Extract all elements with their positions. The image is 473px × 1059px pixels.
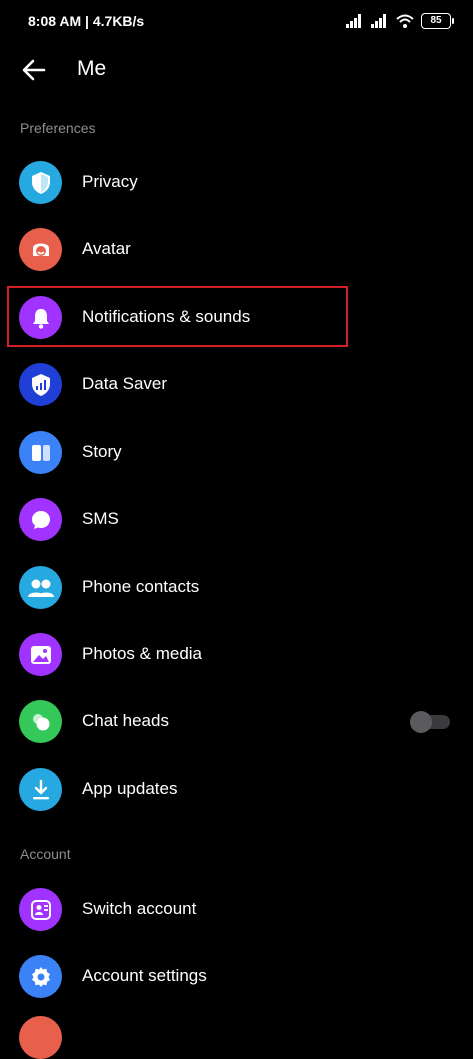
menu-item-account-settings[interactable]: Account settings [0, 943, 473, 1010]
menu-item-story[interactable]: Story [0, 419, 473, 486]
menu-item-sms[interactable]: SMS [0, 486, 473, 553]
section-label-account: Account [20, 846, 71, 862]
switch-account-icon [19, 888, 62, 931]
menu-item-data-saver[interactable]: Data Saver [0, 351, 473, 418]
shield-icon [19, 161, 62, 204]
menu-item-label: Privacy [82, 172, 138, 191]
chat-heads-icon [19, 700, 62, 743]
menu-item-switch-account[interactable]: Switch account [0, 876, 473, 943]
signal-icon-2 [371, 14, 386, 28]
data-saver-icon [19, 363, 62, 406]
menu-item-notifications-sounds[interactable]: Notifications & sounds [0, 284, 473, 351]
menu-item-label: SMS [82, 509, 119, 528]
back-arrow-icon[interactable] [20, 56, 48, 84]
status-icons: 85 [346, 13, 454, 29]
menu-item-label: App updates [82, 779, 178, 798]
status-time-speed: 8:08 AM | 4.7KB/s [28, 13, 145, 29]
menu-item-privacy[interactable]: Privacy [0, 149, 473, 216]
menu-item-chat-heads[interactable]: Chat heads [0, 688, 473, 755]
page-title: Me [77, 57, 107, 80]
photo-icon [19, 633, 62, 676]
menu-item-photos-media[interactable]: Photos & media [0, 621, 473, 688]
bell-icon [19, 296, 62, 339]
menu-item-phone-contacts[interactable]: Phone contacts [0, 554, 473, 621]
menu-item-app-updates[interactable]: App updates [0, 756, 473, 823]
menu-item-avatar[interactable]: Avatar [0, 216, 473, 283]
chat-heads-toggle[interactable] [410, 711, 450, 733]
menu-item-label: Phone contacts [82, 577, 200, 596]
menu-item-label: Switch account [82, 899, 197, 918]
status-bar: 8:08 AM | 4.7KB/s 85 [0, 0, 473, 44]
app-header: Me [0, 44, 473, 96]
section-label-preferences: Preferences [20, 120, 96, 136]
wifi-icon [396, 14, 414, 28]
menu-item-label: Story [82, 442, 122, 461]
avatar-icon [19, 228, 62, 271]
battery-indicator: 85 [421, 13, 454, 29]
gear-icon [19, 955, 62, 998]
download-icon [19, 768, 62, 811]
contacts-icon [19, 566, 62, 609]
menu-item-label: Notifications & sounds [82, 307, 251, 326]
menu-item-label: Data Saver [82, 374, 168, 393]
menu-item-partial[interactable] [19, 1016, 62, 1059]
menu-item-label: Photos & media [82, 644, 203, 663]
story-icon [19, 431, 62, 474]
chat-bubble-icon [19, 498, 62, 541]
menu-item-label: Account settings [82, 966, 207, 985]
menu-item-label: Chat heads [82, 711, 169, 730]
toggle-knob [410, 711, 432, 733]
signal-icon [346, 14, 361, 28]
menu-item-label: Avatar [82, 239, 131, 258]
